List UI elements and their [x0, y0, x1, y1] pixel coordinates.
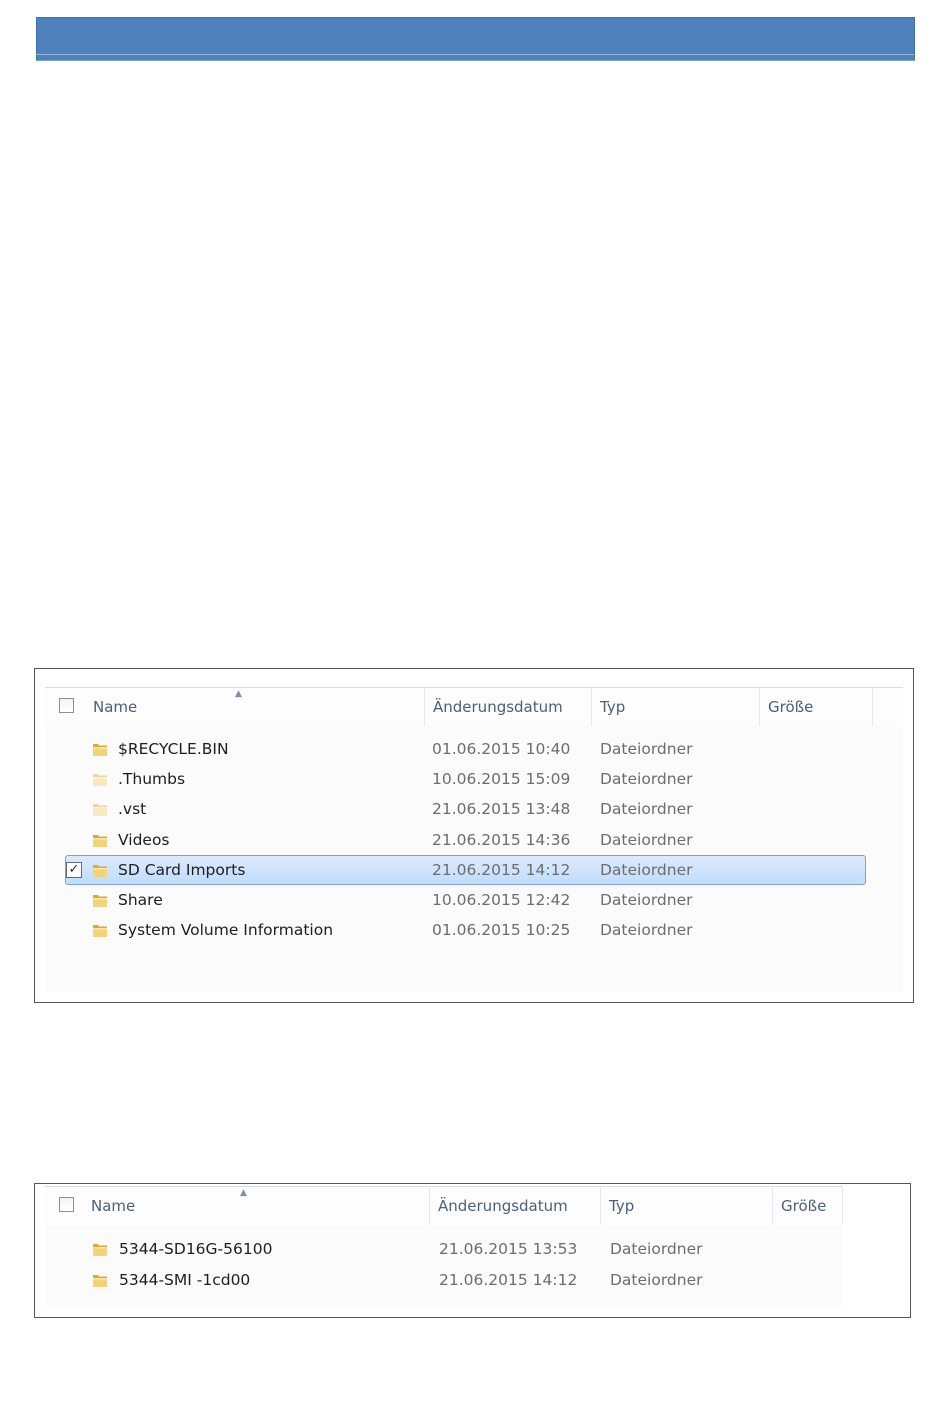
file-date: 10.06.2015 15:09: [432, 770, 571, 789]
file-name[interactable]: 5344-SMI -1cd00: [119, 1265, 250, 1295]
file-row[interactable]: Videos 21.06.2015 14:36 Dateiordner: [45, 825, 903, 855]
file-list-view: Name ▲ Änderungsdatum Typ Größe $RECYCLE…: [45, 687, 903, 992]
file-row[interactable]: .vst 21.06.2015 13:48 Dateiordner: [45, 794, 903, 824]
file-row[interactable]: 5344-SMI -1cd00 21.06.2015 14:12 Dateiordn…: [45, 1265, 842, 1295]
column-header-row: Name ▲ Änderungsdatum Typ Größe: [45, 1186, 843, 1225]
column-header-name[interactable]: Name ▲: [83, 1187, 430, 1225]
column-header-type[interactable]: Typ: [601, 1187, 773, 1225]
file-row[interactable]: ✓ SD Card Imports 21.06.2015 14:12 Dateiord…: [45, 854, 903, 885]
column-header-type[interactable]: Typ: [592, 688, 760, 726]
select-all-checkbox[interactable]: [59, 698, 74, 713]
folder-icon: [91, 770, 109, 788]
file-type: Dateiordner: [600, 860, 693, 879]
file-row[interactable]: 5344-SD16G-56100 21.06.2015 13:53 Dateiord…: [45, 1234, 842, 1264]
file-type: Dateiordner: [600, 800, 693, 819]
column-header-row: Name ▲ Änderungsdatum Typ Größe: [45, 687, 903, 726]
file-date: 21.06.2015 14:12: [432, 860, 571, 879]
file-type: Dateiordner: [600, 830, 693, 849]
file-name[interactable]: 5344-SD16G-56100: [119, 1234, 272, 1264]
file-name[interactable]: Share: [118, 885, 163, 915]
header-bar: [36, 17, 915, 61]
file-name[interactable]: Videos: [118, 825, 170, 855]
file-date: 01.06.2015 10:40: [432, 740, 571, 758]
explorer-window-root-folder: Name ▲ Änderungsdatum Typ Größe $RECYCLE…: [34, 668, 914, 1003]
row-checkbox-checked[interactable]: ✓: [66, 861, 82, 878]
file-date: 10.06.2015 12:42: [432, 891, 571, 909]
file-name[interactable]: .vst: [118, 794, 146, 824]
file-name[interactable]: System Volume Information: [118, 915, 333, 945]
file-row[interactable]: .Thumbs 10.06.2015 15:09 Dateiordner: [45, 764, 903, 794]
column-name-label: Name: [91, 1197, 136, 1215]
folder-icon: [91, 831, 109, 849]
file-date: 21.06.2015 14:12: [439, 1271, 578, 1289]
sort-up-arrow-icon: ▲: [235, 689, 242, 699]
folder-icon: [91, 800, 109, 818]
sort-up-arrow-icon: ▲: [240, 1188, 247, 1198]
file-name[interactable]: .Thumbs: [118, 764, 185, 794]
file-name[interactable]: SD Card Imports: [118, 855, 245, 885]
folder-icon: [91, 861, 109, 879]
column-name-label: Name: [93, 698, 138, 716]
file-type: Dateiordner: [600, 921, 693, 940]
file-row[interactable]: System Volume Information 01.06.2015 10:2…: [45, 915, 903, 945]
explorer-window-sd-card-imports: Name ▲ Änderungsdatum Typ Größe 5344-SD1…: [34, 1183, 911, 1318]
file-date: 21.06.2015 14:36: [432, 830, 571, 849]
folder-icon: [91, 1240, 109, 1258]
file-date: 21.06.2015 13:53: [439, 1240, 578, 1258]
column-header-date[interactable]: Änderungsdatum: [425, 688, 592, 726]
folder-icon: [91, 921, 109, 939]
file-type: Dateiordner: [600, 891, 693, 909]
column-header-date[interactable]: Änderungsdatum: [430, 1187, 601, 1225]
file-type: Dateiordner: [610, 1240, 703, 1258]
file-date: 21.06.2015 13:48: [432, 800, 571, 819]
file-name[interactable]: $RECYCLE.BIN: [118, 734, 229, 764]
select-all-checkbox[interactable]: [59, 1197, 74, 1212]
file-type: Dateiordner: [610, 1271, 703, 1289]
column-header-size[interactable]: Größe: [773, 1187, 843, 1225]
document-page: Name ▲ Änderungsdatum Typ Größe $RECYCLE…: [0, 0, 950, 1419]
file-type: Dateiordner: [600, 770, 693, 789]
file-row[interactable]: Share 10.06.2015 12:42 Dateiordner: [45, 885, 903, 915]
folder-icon: [91, 1271, 109, 1289]
file-date: 01.06.2015 10:25: [432, 921, 571, 940]
file-row[interactable]: $RECYCLE.BIN 01.06.2015 10:40 Dateiordner: [45, 734, 903, 764]
folder-icon: [91, 891, 109, 909]
column-header-size[interactable]: Größe: [760, 688, 873, 726]
file-type: Dateiordner: [600, 740, 693, 758]
file-list-view: Name ▲ Änderungsdatum Typ Größe 5344-SD1…: [45, 1186, 843, 1307]
column-header-name[interactable]: Name ▲: [85, 688, 425, 726]
folder-icon: [91, 740, 109, 758]
